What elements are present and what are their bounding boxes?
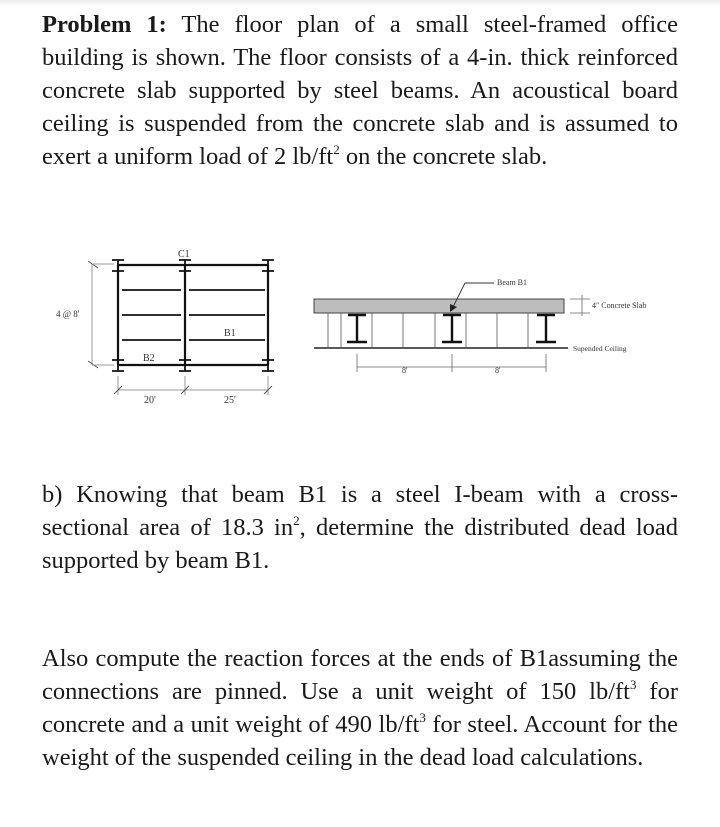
problem-intro-end: on the concrete slab. xyxy=(339,143,548,170)
floor-plan-diagram: C1 B1 B2 4 @ 8' 20' 25' Beam B1 4" Concr… xyxy=(56,249,646,406)
beam-b1-callout: Beam B1 xyxy=(497,278,527,287)
spacing-label: 4 @ 8' xyxy=(56,309,80,319)
spacing-right-label: 8' xyxy=(495,366,501,375)
span-left-label: 20' xyxy=(144,395,156,406)
beam-label-b1: B1 xyxy=(224,328,236,339)
top-edge-shadow xyxy=(0,0,720,6)
beam-label-b2: B2 xyxy=(143,353,155,364)
spacing-left-label: 8' xyxy=(402,366,408,375)
cross-section xyxy=(313,282,590,372)
problem-label: Problem 1: xyxy=(42,11,167,38)
problem-statement: Problem 1: The floor plan of a small ste… xyxy=(42,8,678,173)
part-c-statement: Also compute the reaction forces at the … xyxy=(42,642,678,774)
slab-label: 4" Concrete Slab xyxy=(592,301,646,310)
ceiling-label: Supended Ceiling xyxy=(573,344,627,353)
span-right-label: 25' xyxy=(224,395,236,406)
figure: C1 B1 B2 4 @ 8' 20' 25' Beam B1 4" Concr… xyxy=(40,240,690,420)
part-c-text-1: Also compute the reaction forces at the … xyxy=(42,645,678,705)
column-label-c1: C1 xyxy=(178,249,190,260)
part-b-statement: b) Knowing that beam B1 is a steel I-bea… xyxy=(42,478,678,577)
floor-plan xyxy=(87,259,274,395)
